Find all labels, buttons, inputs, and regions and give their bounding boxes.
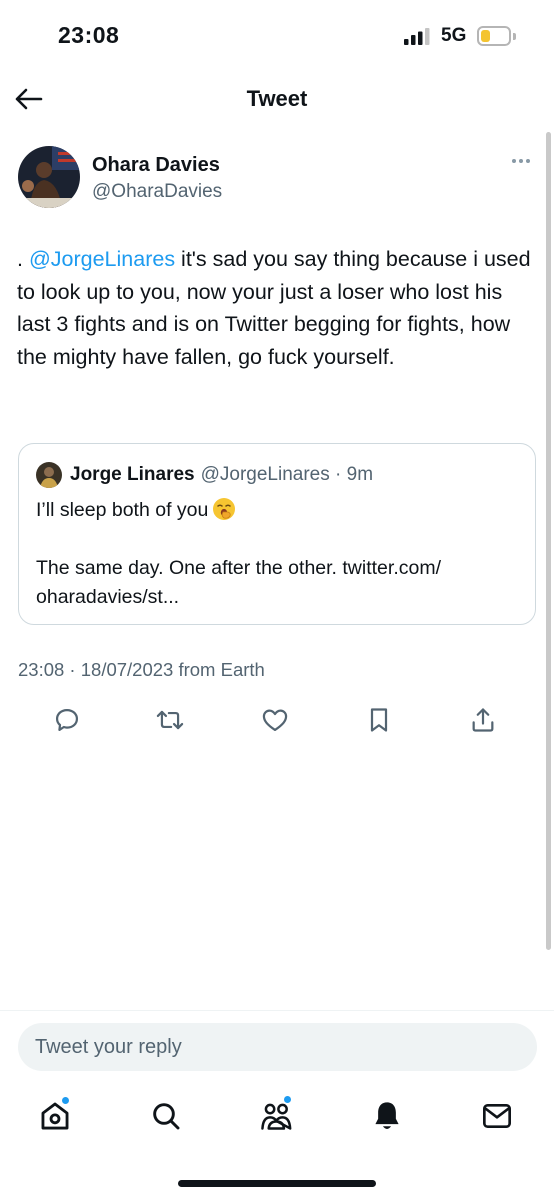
home-indicator[interactable] <box>178 1180 376 1187</box>
quoted-line-1: I’ll sleep both of you <box>36 499 209 521</box>
nav-communities[interactable] <box>257 1095 297 1136</box>
mention-link[interactable]: @JorgeLinares <box>29 247 175 271</box>
tweet-actions <box>50 703 500 737</box>
reply-button[interactable] <box>50 703 84 737</box>
home-notification-dot <box>61 1096 70 1105</box>
bookmark-button[interactable] <box>362 703 396 737</box>
quoted-tweet-header: Jorge Linares @JorgeLinares · 9m <box>36 461 373 489</box>
more-dots-icon <box>512 159 516 163</box>
messages-icon <box>483 1104 511 1128</box>
communities-notification-dot <box>283 1095 292 1104</box>
retweet-icon <box>156 710 184 730</box>
network-label: 5G <box>441 25 467 46</box>
author-handle[interactable]: @OharaDavies <box>92 181 222 203</box>
status-bar: 23:08 5G <box>0 0 554 70</box>
avatar[interactable] <box>18 146 80 208</box>
notifications-icon <box>375 1102 399 1129</box>
tweet-timestamp[interactable]: 23:08 · 18/07/2023 from Earth <box>18 659 265 681</box>
yawning-face-emoji-icon <box>213 498 236 520</box>
tweet-author: Ohara Davies @OharaDavies <box>18 146 538 216</box>
share-button[interactable] <box>466 703 500 737</box>
author-name[interactable]: Ohara Davies <box>92 154 220 177</box>
bookmark-icon <box>370 708 388 732</box>
page-title: Tweet <box>246 86 308 111</box>
quoted-author-name: Jorge Linares <box>70 464 195 485</box>
quoted-line-2: The same day. One after the other. twitt… <box>36 557 441 579</box>
like-button[interactable] <box>258 703 292 737</box>
nav-messages[interactable] <box>477 1096 517 1136</box>
like-icon <box>262 709 288 732</box>
reply-divider <box>0 1010 554 1011</box>
nav-home[interactable] <box>35 1096 75 1136</box>
battery-tip <box>513 33 516 40</box>
share-icon <box>472 708 494 732</box>
more-options-button[interactable] <box>512 156 536 166</box>
battery-icon <box>477 26 511 46</box>
quoted-tweet-text: I’ll sleep both of you The same day. One… <box>36 496 526 612</box>
scrollbar[interactable] <box>546 132 551 950</box>
tweet-text: . @JorgeLinares it's sad you say thing b… <box>17 243 539 373</box>
tweet-text-prefix: . <box>17 247 29 271</box>
nav-notifications[interactable] <box>367 1096 407 1136</box>
retweet-button[interactable] <box>153 703 187 737</box>
nav-search[interactable] <box>146 1096 186 1136</box>
tweet-header: Tweet <box>0 70 554 128</box>
cellular-signal-icon <box>404 28 430 45</box>
search-icon <box>153 1103 180 1130</box>
quoted-author-handle: @JorgeLinares · 9m <box>200 464 374 485</box>
quoted-tweet[interactable]: Jorge Linares @JorgeLinares · 9m I’ll sl… <box>18 443 536 625</box>
status-time: 23:08 <box>58 22 120 48</box>
bottom-nav <box>0 1090 554 1150</box>
quoted-line-3: oharadavies/st... <box>36 586 180 608</box>
reply-icon <box>55 708 79 732</box>
communities-icon <box>261 1103 292 1130</box>
quoted-avatar <box>36 462 62 488</box>
reply-input[interactable] <box>18 1023 537 1071</box>
